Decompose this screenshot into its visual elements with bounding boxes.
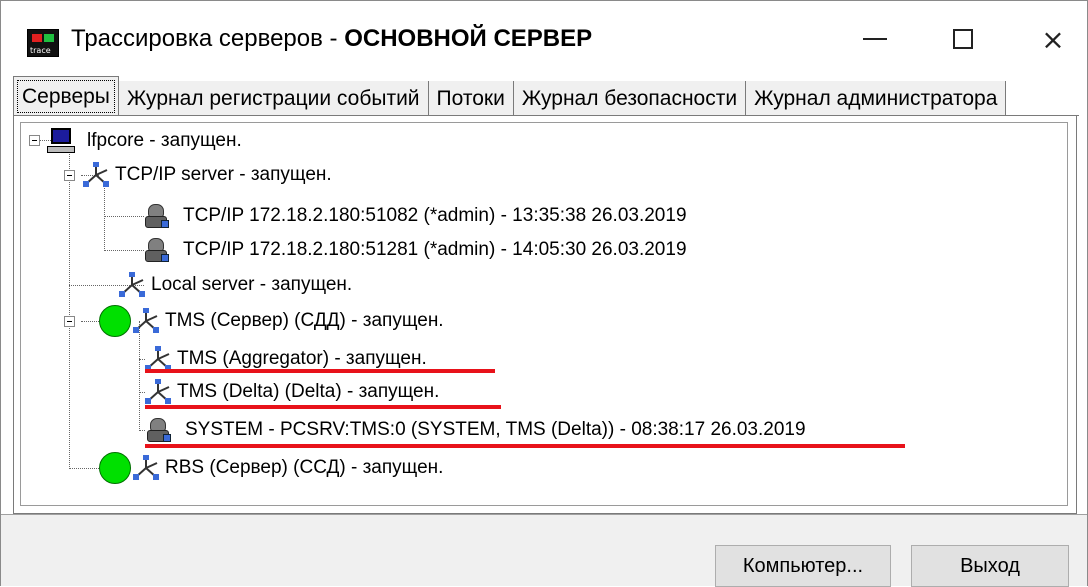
main-window: trace Трассировка серверов - ОСНОВНОЙ СЕ… [0, 0, 1088, 587]
server-tree[interactable]: lfpcore - запущен. TCP/IP server - запущ… [20, 122, 1068, 506]
user-session-icon [143, 202, 171, 230]
button-bar: Компьютер... Выход [1, 514, 1087, 587]
status-ok-icon [99, 452, 131, 484]
title-prefix: Трассировка серверов - [71, 25, 345, 52]
exit-button[interactable]: Выход [911, 545, 1069, 587]
tree-node-tms-server[interactable]: TMS (Сервер) (СДД) - запущен. [99, 304, 444, 338]
tree-node-tms-system-session[interactable]: SYSTEM - PCSRV:TMS:0 (SYSTEM, TMS (Delta… [145, 413, 806, 447]
user-session-icon [143, 236, 171, 264]
tree-node-label: TMS (Сервер) (СДД) - запущен. [165, 310, 444, 331]
tree-node-label: TCP/IP 172.18.2.180:51281 (*admin) - 14:… [183, 239, 687, 260]
minimize-icon [863, 38, 887, 40]
tree-line [104, 216, 144, 217]
tree-line [104, 250, 144, 251]
collapse-toggle-root[interactable] [29, 135, 40, 146]
tab-threads[interactable]: Потоки [428, 81, 514, 117]
network-server-icon [133, 308, 159, 333]
tree-node-tcp-connection-2[interactable]: TCP/IP 172.18.2.180:51281 (*admin) - 14:… [143, 233, 687, 267]
tree-node-label: TMS (Delta) (Delta) - запущен. [177, 381, 440, 402]
computer-button[interactable]: Компьютер... [715, 545, 891, 587]
tab-event-log[interactable]: Журнал регистрации событий [118, 81, 429, 117]
title-bar[interactable]: trace Трассировка серверов - ОСНОВНОЙ СЕ… [1, 1, 1087, 77]
status-ok-icon [99, 305, 131, 337]
tree-node-tcp-server[interactable]: TCP/IP server - запущен. [83, 158, 332, 192]
tab-admin-log[interactable]: Журнал администратора [746, 81, 1007, 117]
tree-node-rbs-server[interactable]: RBS (Сервер) (ССД) - запущен. [99, 451, 443, 485]
highlight-underline [145, 444, 905, 448]
trace-app-icon: trace [27, 29, 59, 57]
network-server-icon [133, 455, 159, 480]
network-server-icon [83, 162, 109, 187]
title-server-name: ОСНОВНОЙ СЕРВЕР [344, 25, 593, 52]
tree-node-label: TCP/IP 172.18.2.180:51082 (*admin) - 13:… [183, 205, 687, 226]
network-server-icon [145, 379, 171, 404]
tree-node-label: SYSTEM - PCSRV:TMS:0 (SYSTEM, TMS (Delta… [185, 419, 806, 440]
servers-panel: lfpcore - запущен. TCP/IP server - запущ… [13, 116, 1077, 514]
tree-node-label: RBS (Сервер) (ССД) - запущен. [165, 457, 444, 478]
tree-node-label: Local server - запущен. [151, 274, 353, 295]
minimize-button[interactable] [847, 19, 903, 59]
tree-node-label: TCP/IP server - запущен. [115, 164, 332, 185]
tab-bar: Серверы Журнал регистрации событий Поток… [13, 73, 1007, 117]
window-title: Трассировка серверов - ОСНОВНОЙ СЕРВЕР [71, 25, 592, 53]
close-icon: × [1041, 22, 1065, 56]
tab-servers[interactable]: Серверы [13, 76, 119, 117]
tree-node-label: lfpcore - запущен. [87, 130, 242, 151]
highlight-underline [145, 405, 501, 409]
tree-node-tcp-connection-1[interactable]: TCP/IP 172.18.2.180:51082 (*admin) - 13:… [143, 199, 687, 233]
tab-security-log[interactable]: Журнал безопасности [513, 81, 747, 117]
tree-node-local-server[interactable]: Local server - запущен. [119, 268, 352, 302]
tree-node-lfpcore[interactable]: lfpcore - запущен. [47, 124, 242, 158]
computer-icon [47, 128, 75, 154]
network-server-icon [119, 272, 145, 297]
tree-line [81, 321, 99, 322]
maximize-button[interactable] [935, 19, 991, 59]
tree-line [104, 185, 105, 251]
user-session-icon [145, 416, 173, 444]
maximize-icon [953, 29, 973, 49]
collapse-toggle-tms[interactable] [64, 316, 75, 327]
tree-node-tms-delta[interactable]: TMS (Delta) (Delta) - запущен. [145, 375, 439, 409]
collapse-toggle-tcp[interactable] [64, 170, 75, 181]
tree-line [69, 151, 70, 469]
close-button[interactable]: × [1025, 19, 1081, 59]
highlight-underline [145, 369, 495, 373]
tree-line [69, 468, 99, 469]
tree-node-label: TMS (Aggregator) - запущен. [177, 348, 427, 369]
